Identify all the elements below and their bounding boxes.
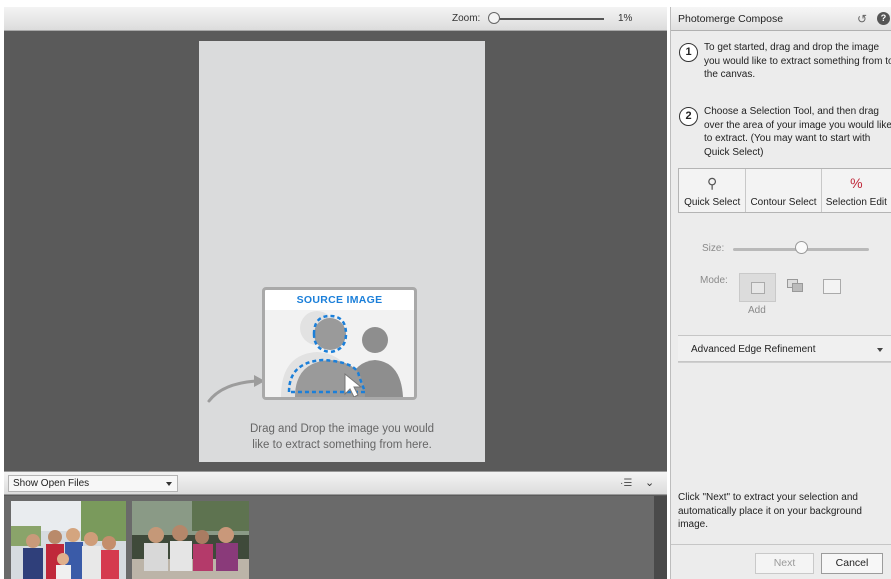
contour-select-label: Contour Select bbox=[750, 197, 817, 208]
quick-select-icon: ⚲ bbox=[707, 175, 718, 191]
size-label: Size: bbox=[702, 243, 725, 254]
show-open-files-dropdown[interactable]: Show Open Files bbox=[8, 475, 178, 492]
drop-text-line1: Drag and Drop the image you would bbox=[249, 423, 435, 435]
mode-add-button[interactable] bbox=[739, 273, 776, 302]
advanced-edge-refinement-toggle[interactable]: Advanced Edge Refinement bbox=[678, 335, 891, 362]
step-1-text: To get started, drag and drop the image … bbox=[704, 42, 891, 80]
size-slider-thumb[interactable] bbox=[795, 241, 808, 254]
source-image-card: SOURCE IMAGE bbox=[262, 287, 417, 400]
quick-select-button[interactable]: ⚲ Quick Select bbox=[679, 169, 747, 212]
zoom-label: Zoom: bbox=[452, 13, 481, 24]
source-image-title: SOURCE IMAGE bbox=[296, 294, 383, 306]
zoom-slider-track[interactable] bbox=[494, 18, 604, 20]
photomerge-panel: Photomerge Compose ↺ ? 1 To get started,… bbox=[670, 7, 891, 579]
next-button[interactable]: Next bbox=[755, 553, 814, 574]
photo-bin-area bbox=[4, 496, 654, 579]
thumbnail-group-photo-2[interactable] bbox=[132, 501, 249, 579]
mode-label: Mode: bbox=[700, 275, 728, 286]
photo-bin-scrollbar[interactable] bbox=[654, 496, 667, 579]
quick-select-label: Quick Select bbox=[684, 197, 741, 208]
thumbnail-group-photo-1[interactable] bbox=[11, 501, 126, 579]
selection-tools: ⚲ Quick Select Contour Select % Selectio… bbox=[678, 168, 891, 213]
drop-text-line2: like to extract something from here. bbox=[252, 439, 432, 451]
step-number-badge: 1 bbox=[679, 43, 698, 62]
drop-canvas[interactable]: SOURCE IMAGE Drag and Drop the image you… bbox=[199, 41, 485, 462]
zoom-slider-thumb[interactable] bbox=[488, 12, 500, 24]
chevron-down-icon bbox=[166, 482, 172, 486]
photo-bin bbox=[4, 496, 667, 579]
mode-new-selection-button[interactable] bbox=[823, 279, 841, 294]
list-view-icon[interactable]: ·☰ bbox=[620, 478, 632, 489]
selection-edit-icon: % bbox=[850, 175, 863, 191]
collapse-chevron-icon[interactable]: ⌄ bbox=[645, 476, 654, 489]
reset-icon[interactable]: ↺ bbox=[857, 12, 867, 26]
help-icon[interactable]: ? bbox=[877, 12, 890, 25]
step-2-text: Choose a Selection Tool, and then drag o… bbox=[704, 106, 891, 158]
zoom-value: 1% bbox=[618, 13, 633, 24]
selection-edit-button[interactable]: % Selection Edit bbox=[822, 169, 891, 212]
divider bbox=[671, 544, 891, 545]
work-area: Zoom: 1% SOURCE IMAGE Drag and Drop the … bbox=[4, 7, 667, 579]
caret-down-icon bbox=[877, 348, 883, 352]
zoom-toolbar: Zoom: 1% bbox=[4, 7, 667, 31]
files-bar: Show Open Files ·☰ ⌄ bbox=[4, 471, 667, 495]
contour-select-button[interactable]: Contour Select bbox=[746, 169, 822, 212]
panel-title: Photomerge Compose bbox=[678, 13, 784, 25]
add-selection-icon bbox=[751, 282, 765, 294]
contour-select-icon bbox=[746, 175, 820, 193]
cancel-button[interactable]: Cancel bbox=[821, 553, 883, 574]
divider bbox=[678, 362, 891, 363]
drop-instructions: Drag and Drop the image you would like t… bbox=[219, 421, 465, 453]
advanced-edge-refinement-label: Advanced Edge Refinement bbox=[691, 344, 816, 355]
selection-edit-label: Selection Edit bbox=[825, 197, 887, 208]
mode-subtract-button[interactable] bbox=[787, 279, 805, 293]
curved-arrow-icon bbox=[207, 375, 265, 403]
next-hint-text: Click "Next" to extract your selection a… bbox=[678, 492, 862, 530]
step-number-badge: 2 bbox=[679, 107, 698, 126]
files-select-value: Show Open Files bbox=[13, 478, 90, 489]
panel-header: Photomerge Compose ↺ ? bbox=[671, 7, 891, 31]
people-silhouette-icon bbox=[265, 310, 414, 397]
mode-add-label: Add bbox=[748, 305, 766, 316]
